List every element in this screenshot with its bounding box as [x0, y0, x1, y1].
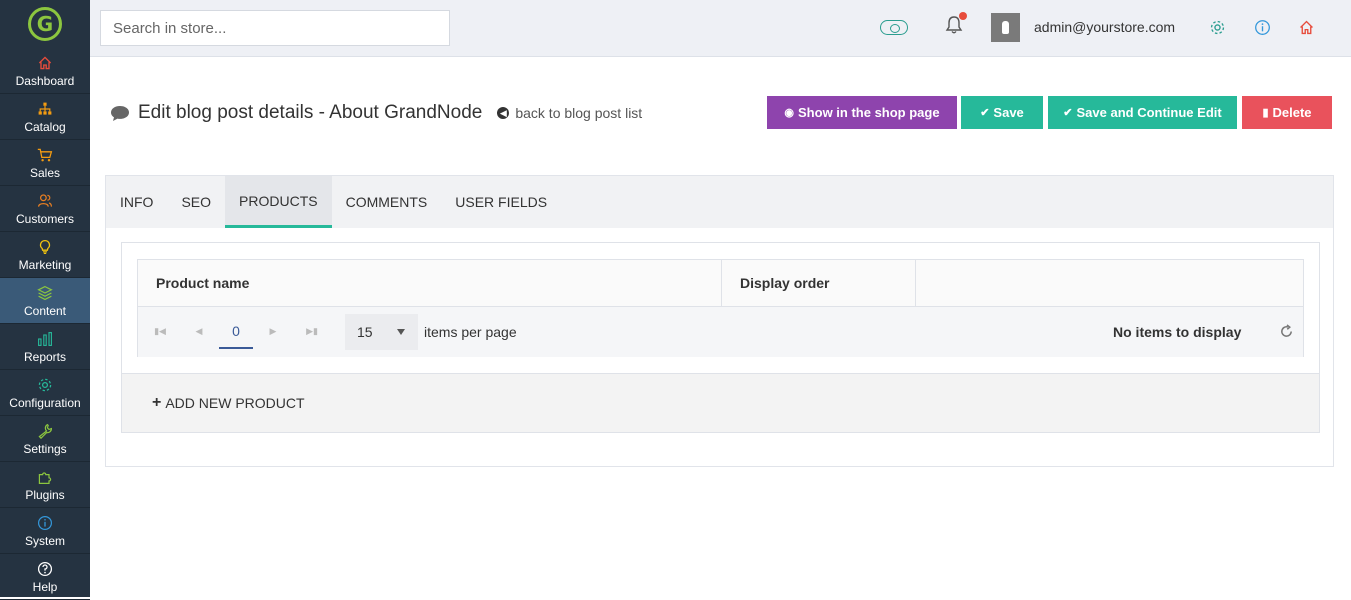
- save-button[interactable]: ✔ Save: [961, 96, 1043, 129]
- sidebar-item-label: Sales: [29, 165, 61, 180]
- products-tab-content: Product name Display order ▮◀ ◀ 0 ▶ ▶▮ 1…: [121, 242, 1320, 433]
- app-logo[interactable]: G: [0, 0, 90, 48]
- items-per-page-label: items per page: [424, 324, 517, 340]
- save-continue-button[interactable]: ✔ Save and Continue Edit: [1048, 96, 1237, 129]
- wrench-icon: [36, 422, 54, 440]
- add-new-product-label: ADD NEW PRODUCT: [165, 395, 305, 411]
- sidebar-item-configuration[interactable]: Configuration: [0, 370, 90, 416]
- next-page-icon[interactable]: ▶: [267, 325, 279, 337]
- check-circle-icon: ✔: [1063, 107, 1073, 119]
- first-page-icon[interactable]: ▮◀: [154, 325, 166, 337]
- grid-header: Product name Display order: [138, 260, 1303, 307]
- grandnode-logo-icon: G: [28, 7, 62, 41]
- delete-button[interactable]: ▮ Delete: [1242, 96, 1332, 129]
- toggle-icon[interactable]: [880, 20, 908, 35]
- sidebar-item-label: Help: [32, 579, 58, 594]
- arrow-left-icon: ◀: [497, 107, 510, 119]
- tab-comments[interactable]: COMMENTS: [332, 176, 442, 228]
- sidebar-item-content[interactable]: Content: [0, 278, 90, 324]
- top-bar: admin@yourstore.com: [90, 0, 1351, 57]
- tab-info[interactable]: INFO: [106, 176, 167, 228]
- tabs-panel: INFO SEO PRODUCTS COMMENTS USER FIELDS Produ…: [105, 175, 1334, 467]
- show-in-shop-button[interactable]: ◉ Show in the shop page: [767, 96, 957, 129]
- sidebar-item-settings[interactable]: Settings: [0, 416, 90, 462]
- sidebar: G Dashboard Catalog Sales Customers Marketin…: [0, 0, 90, 600]
- home-icon: [36, 54, 54, 72]
- sidebar-item-system[interactable]: System: [0, 508, 90, 554]
- sidebar-item-label: Content: [23, 303, 67, 318]
- save-continue-label: Save and Continue Edit: [1076, 105, 1222, 120]
- caret-down-icon: [397, 329, 405, 335]
- trash-icon: ▮: [1262, 107, 1269, 119]
- page-header: Edit blog post details - About GrandNode…: [110, 102, 642, 124]
- products-grid: Product name Display order ▮◀ ◀ 0 ▶ ▶▮ 1…: [137, 259, 1304, 357]
- sidebar-item-dashboard[interactable]: Dashboard: [0, 48, 90, 94]
- cart-icon: [36, 146, 54, 164]
- sidebar-item-marketing[interactable]: Marketing: [0, 232, 90, 278]
- back-link[interactable]: ◀ back to blog post list: [497, 105, 642, 121]
- sidebar-item-plugins[interactable]: Plugins: [0, 462, 90, 508]
- sidebar-item-label: Configuration: [9, 395, 81, 410]
- tab-products[interactable]: PRODUCTS: [225, 176, 332, 228]
- sidebar-item-reports[interactable]: Reports: [0, 324, 90, 370]
- question-icon: [36, 560, 54, 578]
- grid-pager: ▮◀ ◀ 0 ▶ ▶▮ 15 items per page No items t…: [138, 307, 1303, 357]
- home-icon[interactable]: [1296, 17, 1316, 37]
- sidebar-item-label: Reports: [23, 349, 67, 364]
- sidebar-item-label: Settings: [23, 441, 67, 456]
- info-icon: [36, 514, 54, 532]
- user-email[interactable]: admin@yourstore.com: [1034, 19, 1175, 35]
- sidebar-item-customers[interactable]: Customers: [0, 186, 90, 232]
- tab-strip: INFO SEO PRODUCTS COMMENTS USER FIELDS: [106, 176, 1333, 228]
- notification-badge: [959, 12, 967, 20]
- puzzle-icon: [36, 468, 54, 486]
- page-title: Edit blog post details - About GrandNode: [138, 102, 483, 123]
- page-size-value: 15: [357, 324, 373, 340]
- tab-user-fields[interactable]: USER FIELDS: [441, 176, 561, 228]
- gear-icon[interactable]: [1207, 17, 1227, 37]
- sidebar-item-label: Catalog: [24, 119, 66, 134]
- column-header-product-name[interactable]: Product name: [138, 260, 722, 306]
- save-label: Save: [993, 105, 1024, 120]
- sidebar-item-sales[interactable]: Sales: [0, 140, 90, 186]
- lightbulb-icon: [36, 238, 54, 256]
- avatar[interactable]: [991, 13, 1020, 42]
- last-page-icon[interactable]: ▶▮: [306, 325, 318, 337]
- sitemap-icon: [36, 100, 54, 118]
- eye-icon: ◉: [784, 107, 795, 119]
- sidebar-item-label: Dashboard: [15, 73, 75, 88]
- sidebar-item-catalog[interactable]: Catalog: [0, 94, 90, 140]
- sidebar-item-label: Customers: [15, 211, 74, 226]
- bar-chart-icon: [36, 330, 54, 348]
- pager-info: No items to display: [1113, 324, 1242, 340]
- tab-seo[interactable]: SEO: [167, 176, 225, 228]
- prev-page-icon[interactable]: ◀: [193, 325, 205, 337]
- delete-label: Delete: [1272, 105, 1312, 120]
- gear-icon: [36, 376, 54, 394]
- plus-icon: +: [152, 394, 162, 411]
- comment-icon: [111, 105, 129, 121]
- users-icon: [36, 192, 54, 210]
- sidebar-item-help[interactable]: Help: [0, 554, 90, 600]
- current-page[interactable]: 0: [219, 315, 253, 349]
- layers-icon: [36, 284, 54, 302]
- page-size-select[interactable]: 15: [345, 314, 418, 350]
- info-icon[interactable]: [1252, 17, 1272, 37]
- add-new-product-button[interactable]: + ADD NEW PRODUCT: [122, 373, 1319, 432]
- check-icon: ✔: [980, 107, 990, 119]
- search-input[interactable]: [100, 10, 450, 46]
- sidebar-item-label: Marketing: [18, 257, 72, 272]
- notification-bell-icon[interactable]: [945, 12, 967, 35]
- column-header-actions: [916, 260, 1303, 306]
- back-link-label: back to blog post list: [515, 105, 643, 121]
- sidebar-item-label: Plugins: [25, 487, 65, 502]
- show-in-shop-label: Show in the shop page: [798, 105, 940, 120]
- refresh-icon[interactable]: [1279, 324, 1294, 339]
- sidebar-item-label: System: [24, 533, 65, 548]
- column-header-display-order[interactable]: Display order: [722, 260, 916, 306]
